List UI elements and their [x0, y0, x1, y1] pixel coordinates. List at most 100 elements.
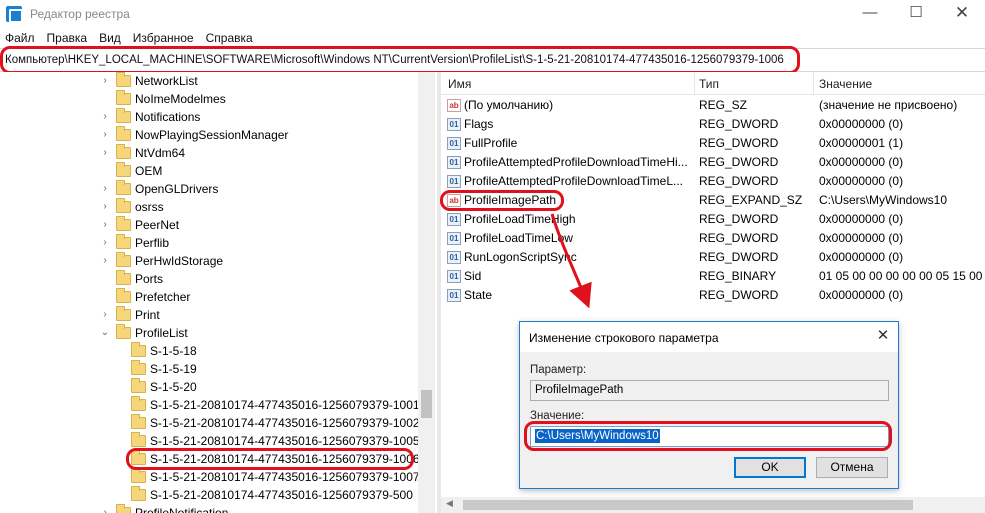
address-bar[interactable]: Компьютер\HKEY_LOCAL_MACHINE\SOFTWARE\Mi…	[0, 48, 985, 72]
close-button[interactable]: ✕	[939, 0, 985, 28]
value-data-input[interactable]: C:\Users\MyWindows10	[530, 426, 889, 447]
tree-item[interactable]: › NetworkList	[0, 72, 418, 90]
tree-item[interactable]: ⌄ ProfileList	[0, 324, 418, 342]
tree-item[interactable]: Prefetcher	[0, 288, 418, 306]
tree-item[interactable]: OEM	[0, 162, 418, 180]
tree-expander-icon[interactable]: ⌄	[100, 324, 110, 342]
menu-file[interactable]: Файл	[0, 28, 42, 45]
tree-item[interactable]: S-1-5-19	[0, 360, 418, 378]
folder-icon	[131, 486, 146, 501]
menu-edit[interactable]: Правка	[42, 28, 95, 45]
menu-favorites[interactable]: Избранное	[128, 28, 201, 45]
tree-item-label: PeerNet	[135, 218, 180, 232]
tree-item[interactable]: S-1-5-18	[0, 342, 418, 360]
tree-item-label: OEM	[135, 164, 163, 178]
column-value[interactable]: Значение	[819, 77, 872, 91]
value-row[interactable]: ab (По умолчанию) REG_SZ (значение не присв…	[441, 96, 985, 115]
tree-item[interactable]: › Print	[0, 306, 418, 324]
value-name: FullProfile	[464, 136, 518, 150]
param-label: Параметр:	[530, 364, 587, 376]
value-data: 0x00000000 (0)	[819, 155, 904, 169]
value-row[interactable]: 01 Flags REG_DWORD 0x00000000 (0)	[441, 115, 985, 134]
tree-expander-icon[interactable]: ›	[100, 252, 110, 270]
tree-item-label: Notifications	[135, 110, 201, 124]
tree-item-label: S-1-5-19	[150, 362, 197, 376]
binary-value-icon: 01	[447, 270, 461, 283]
tree-item-label: S-1-5-21-20810174-477435016-1256079379-1…	[150, 452, 420, 466]
tree-expander-icon[interactable]: ›	[100, 72, 110, 90]
values-hscrollbar[interactable]: ◀	[441, 497, 985, 513]
tree-item-label: NtVdm64	[135, 146, 186, 160]
address-path[interactable]: Компьютер\HKEY_LOCAL_MACHINE\SOFTWARE\Mi…	[5, 54, 784, 66]
tree-expander-icon[interactable]: ›	[100, 108, 110, 126]
column-type[interactable]: Тип	[699, 77, 719, 91]
binary-value-icon: 01	[447, 232, 461, 245]
tree-expander-icon[interactable]: ›	[100, 504, 110, 513]
value-row[interactable]: 01 ProfileLoadTimeHigh REG_DWORD 0x00000000…	[441, 210, 985, 229]
value-row[interactable]: 01 ProfileAttemptedProfileDownloadTimeHi.…	[441, 153, 985, 172]
tree-item[interactable]: › PeerNet	[0, 216, 418, 234]
ok-button[interactable]: OK	[734, 457, 806, 478]
value-type: REG_SZ	[699, 98, 748, 112]
tree-item[interactable]: S-1-5-21-20810174-477435016-1256079379-1…	[0, 468, 420, 486]
tree-expander-icon[interactable]: ›	[100, 234, 110, 252]
value-data-text[interactable]: C:\Users\MyWindows10	[535, 429, 660, 443]
tree-expander-icon[interactable]: ›	[100, 126, 110, 144]
menu-view[interactable]: Вид	[94, 28, 128, 45]
value-row[interactable]: ab ProfileImagePath REG_EXPAND_SZ C:\Users\…	[441, 191, 985, 210]
scroll-left-icon[interactable]: ◀	[446, 498, 453, 509]
value-row[interactable]: 01 State REG_DWORD 0x00000000 (0)	[441, 286, 985, 305]
value-name: State	[464, 288, 493, 302]
tree-scroll-thumb[interactable]	[421, 390, 432, 418]
minimize-button[interactable]: —	[847, 0, 893, 28]
folder-icon	[131, 414, 146, 429]
value-type: REG_DWORD	[699, 174, 779, 188]
tree-item[interactable]: › ProfileNotification	[0, 504, 418, 513]
value-type: REG_DWORD	[699, 117, 779, 131]
tree-item[interactable]: › OpenGLDrivers	[0, 180, 418, 198]
value-row[interactable]: 01 RunLogonScriptSync REG_DWORD 0x00000000 …	[441, 248, 985, 267]
folder-icon	[131, 396, 146, 411]
value-data: 0x00000000 (0)	[819, 117, 904, 131]
folder-icon	[116, 306, 131, 321]
menu-help[interactable]: Справка	[201, 28, 260, 45]
value-name: Sid	[464, 269, 482, 283]
tree-expander-icon[interactable]: ›	[100, 180, 110, 198]
tree-item-selected[interactable]: S-1-5-21-20810174-477435016-1256079379-1…	[0, 450, 420, 468]
value-row[interactable]: 01 Sid REG_BINARY 01 05 00 00 00 00 00 05 1…	[441, 267, 985, 286]
tree-expander-icon[interactable]: ›	[100, 198, 110, 216]
value-row[interactable]: 01 FullProfile REG_DWORD 0x00000001 (1)	[441, 134, 985, 153]
tree-item[interactable]: › osrss	[0, 198, 418, 216]
maximize-button[interactable]: ☐	[893, 0, 939, 28]
tree-item[interactable]: S-1-5-20	[0, 378, 418, 396]
value-name: ProfileAttemptedProfileDownloadTimeL...	[464, 174, 683, 188]
value-row[interactable]: 01 ProfileLoadTimeLow REG_DWORD 0x00000000 …	[441, 229, 985, 248]
tree-item[interactable]: › Notifications	[0, 108, 418, 126]
value-name: (По умолчанию)	[464, 98, 554, 112]
tree-expander-icon[interactable]: ›	[100, 216, 110, 234]
dialog-close-icon[interactable]: ✕	[872, 326, 894, 348]
value-row[interactable]: 01 ProfileAttemptedProfileDownloadTimeL..…	[441, 172, 985, 191]
column-name[interactable]: Имя	[448, 77, 471, 91]
tree-item[interactable]: › NtVdm64	[0, 144, 418, 162]
tree-item-label: NoImeModelmes	[135, 92, 226, 106]
value-type: REG_DWORD	[699, 136, 779, 150]
tree-expander-icon[interactable]: ›	[100, 306, 110, 324]
cancel-button[interactable]: Отмена	[816, 457, 888, 478]
tree-item[interactable]: › Perflib	[0, 234, 418, 252]
param-name-field: ProfileImagePath	[530, 380, 889, 401]
tree-item[interactable]: S-1-5-21-20810174-477435016-1256079379-1…	[0, 396, 420, 414]
tree-item[interactable]: S-1-5-21-20810174-477435016-1256079379-5…	[0, 486, 418, 504]
tree-expander-icon[interactable]: ›	[100, 144, 110, 162]
tree-item[interactable]: › NowPlayingSessionManager	[0, 126, 418, 144]
tree-scrollbar[interactable]	[418, 72, 435, 513]
tree-item[interactable]: › PerHwIdStorage	[0, 252, 418, 270]
tree-item[interactable]: S-1-5-21-20810174-477435016-1256079379-1…	[0, 432, 420, 450]
tree-item[interactable]: NoImeModelmes	[0, 90, 418, 108]
tree-item[interactable]: Ports	[0, 270, 418, 288]
value-data: 01 05 00 00 00 00 00 05 15 00 00 00	[819, 269, 985, 283]
string-value-icon: ab	[447, 194, 461, 207]
tree-item[interactable]: S-1-5-21-20810174-477435016-1256079379-1…	[0, 414, 420, 432]
folder-icon	[116, 234, 131, 249]
hscroll-thumb[interactable]	[463, 500, 913, 510]
